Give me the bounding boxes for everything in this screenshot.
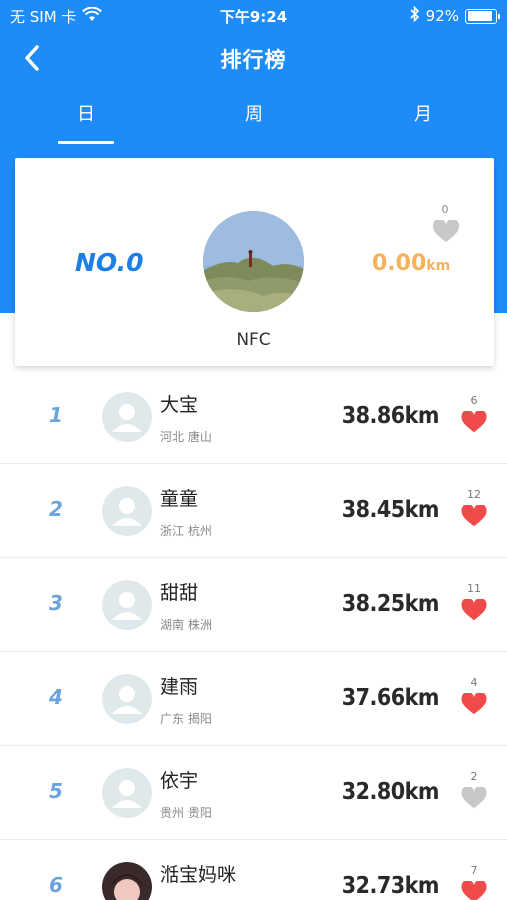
row-distance: 32.80km	[341, 779, 440, 805]
row-location: 广东 揭阳	[160, 712, 212, 726]
my-rank: NO.0	[75, 248, 144, 277]
my-like-count: 0	[441, 203, 449, 216]
row-avatar[interactable]	[102, 580, 152, 630]
battery-percent: 92%	[425, 7, 459, 25]
row-rank: 5	[49, 779, 63, 803]
row-username: 湉宝妈咪	[160, 864, 237, 886]
tab-month[interactable]: 月	[383, 100, 463, 144]
row-avatar[interactable]	[102, 862, 152, 900]
row-username: 甜甜	[160, 582, 199, 604]
row-distance: 38.45km	[341, 497, 440, 523]
row-location: 河北 唐山	[160, 430, 212, 444]
row-like-count: 4	[470, 676, 478, 689]
default-avatar-icon	[102, 674, 152, 724]
leaderboard-row[interactable]: 2 童童浙江 杭州 38.45km 12	[0, 464, 507, 558]
leaderboard-row[interactable]: 6 湉宝妈咪 32.73km 7	[0, 840, 507, 900]
heart-icon[interactable]	[433, 220, 459, 244]
my-name: NFC	[236, 330, 271, 350]
row-avatar[interactable]	[102, 768, 152, 818]
my-distance-value: 0.00	[372, 251, 427, 276]
row-distance: 38.86km	[341, 403, 440, 429]
page-title: 排行榜	[220, 48, 287, 72]
leaderboard-row[interactable]: 5 依宇贵州 贵阳 32.80km 2	[0, 746, 507, 840]
nav-bar: 排行榜	[0, 32, 507, 84]
default-avatar-icon	[102, 580, 152, 630]
period-tabs: 日 周 月	[0, 100, 507, 144]
heart-icon[interactable]	[461, 693, 487, 716]
avatar-photo	[203, 211, 304, 312]
row-rank: 2	[49, 497, 63, 521]
row-location: 贵州 贵阳	[160, 806, 212, 820]
tab-week[interactable]: 周	[214, 100, 294, 144]
row-username: 依宇	[160, 770, 199, 792]
row-username: 建雨	[160, 676, 199, 698]
bluetooth-icon	[410, 5, 420, 26]
my-avatar[interactable]	[203, 211, 304, 312]
tab-selected-indicator	[58, 141, 114, 144]
heart-icon[interactable]	[461, 411, 487, 434]
row-like-count: 12	[467, 488, 481, 501]
tab-label: 月	[414, 104, 432, 125]
row-like-count: 11	[467, 582, 481, 595]
row-distance: 37.66km	[341, 685, 440, 711]
tab-label: 日	[77, 104, 95, 125]
row-avatar[interactable]	[102, 674, 152, 724]
battery-icon	[465, 8, 500, 24]
row-location: 湖南 株洲	[160, 618, 212, 632]
row-rank: 1	[49, 403, 63, 427]
row-rank: 4	[49, 685, 63, 709]
row-like-count: 7	[470, 864, 478, 877]
default-avatar-icon	[102, 486, 152, 536]
row-like-count: 2	[470, 770, 478, 783]
row-distance: 32.73km	[341, 873, 440, 899]
leaderboard-row[interactable]: 3 甜甜湖南 株洲 38.25km 11	[0, 558, 507, 652]
heart-icon[interactable]	[461, 787, 487, 810]
heart-icon[interactable]	[461, 599, 487, 622]
row-like-count: 6	[470, 394, 478, 407]
leaderboard-row[interactable]: 4 建雨广东 揭阳 37.66km 4	[0, 652, 507, 746]
row-location: 浙江 杭州	[160, 524, 212, 538]
row-rank: 6	[49, 873, 63, 897]
my-distance-unit: km	[426, 258, 451, 274]
heart-icon[interactable]	[461, 881, 487, 900]
tab-day[interactable]: 日	[46, 100, 126, 144]
row-distance: 38.25km	[341, 591, 440, 617]
status-bar: 无 SIM 卡 下午9:24 92%	[0, 0, 507, 32]
leaderboard-row[interactable]: 1 大宝河北 唐山 38.86km 6	[0, 370, 507, 464]
my-distance: 0.00km	[372, 251, 450, 276]
default-avatar-icon	[102, 768, 152, 818]
default-avatar-icon	[102, 392, 152, 442]
row-username: 大宝	[160, 394, 199, 416]
my-ranking-card: NO.0 NFC 0.00km 0	[15, 158, 494, 366]
row-avatar[interactable]	[102, 392, 152, 442]
avatar-photo	[102, 862, 152, 900]
tab-label: 周	[245, 104, 263, 125]
row-rank: 3	[49, 591, 63, 615]
row-avatar[interactable]	[102, 486, 152, 536]
row-username: 童童	[160, 488, 199, 510]
heart-icon[interactable]	[461, 505, 487, 528]
battery-fill	[467, 11, 493, 21]
